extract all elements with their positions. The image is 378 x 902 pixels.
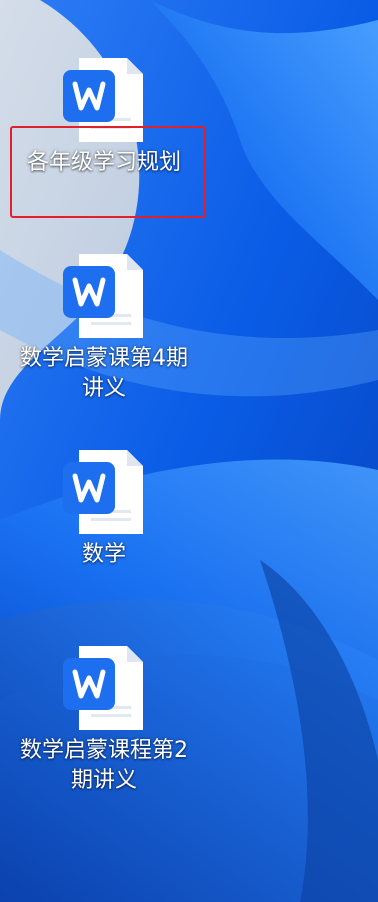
desktop-icon-2[interactable]: 数学启蒙课第4期讲义: [10, 252, 198, 404]
desktop-icon-3[interactable]: 数学: [10, 448, 198, 570]
selection-highlight: [10, 126, 206, 218]
desktop-icon-label: 数学启蒙课第4期讲义: [20, 346, 188, 401]
desktop-icon-4[interactable]: 数学启蒙课程第2期讲义: [10, 644, 198, 796]
desktop-icon-label: 数学: [81, 542, 126, 567]
wps-word-document-icon: [63, 252, 145, 342]
desktop-icon-label: 数学启蒙课程第2期讲义: [20, 738, 188, 793]
wps-word-document-icon: [63, 644, 145, 734]
wps-word-document-icon: [63, 448, 145, 538]
